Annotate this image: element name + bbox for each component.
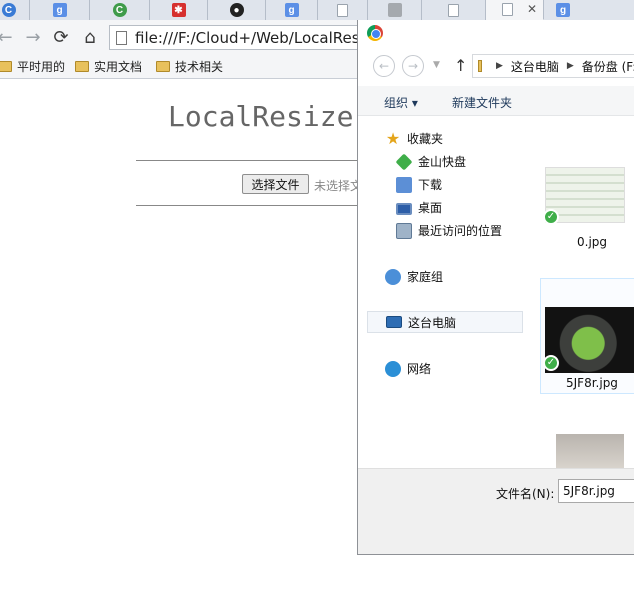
- breadcrumb-this-pc[interactable]: 这台电脑: [511, 58, 559, 75]
- file-item-0[interactable]: ✓ 0.jpg: [538, 146, 628, 258]
- recent-dropdown-icon[interactable]: ▼: [433, 60, 440, 70]
- back-arrow-icon[interactable]: ←: [0, 26, 16, 48]
- file-open-dialog: ← → ▼ ↑ ▶ 这台电脑 ▶ 备份盘 (F:) 组织 ▾ 新建文件夹 ★ 收…: [357, 20, 634, 555]
- up-arrow-icon[interactable]: ↑: [454, 56, 467, 75]
- computer-icon: [386, 316, 402, 328]
- folder-icon: [478, 60, 482, 72]
- file-name: 5JF8r.jpg: [566, 376, 618, 390]
- chrome-c-icon: C: [1, 3, 16, 17]
- forward-icon[interactable]: →: [402, 55, 424, 77]
- tab-4[interactable]: ✱: [150, 0, 208, 20]
- url-text: file:///F:/Cloud+/Web/LocalResize: [135, 28, 381, 47]
- desktop-icon: [396, 202, 412, 215]
- nav-favorites[interactable]: ★ 收藏夹: [385, 130, 443, 147]
- homegroup-icon: [385, 268, 401, 285]
- tab-7[interactable]: [318, 0, 368, 20]
- home-icon[interactable]: ⌂: [79, 26, 101, 48]
- nav-this-pc[interactable]: 这台电脑: [367, 311, 523, 333]
- chrome-icon: [367, 25, 383, 41]
- dialog-titlebar: [358, 20, 634, 46]
- dialog-address-bar[interactable]: ▶ 这台电脑 ▶ 备份盘 (F:): [472, 54, 634, 78]
- dialog-navigation: ← → ▼ ↑ ▶ 这台电脑 ▶ 备份盘 (F:): [358, 46, 634, 86]
- nav-label: 金山快盘: [418, 155, 467, 169]
- tab-2[interactable]: g: [30, 0, 90, 20]
- network-icon: [385, 360, 401, 377]
- divider-bottom: [136, 205, 366, 206]
- document-icon: [502, 3, 513, 16]
- asterisk-icon: ✱: [171, 3, 186, 17]
- github-icon: ●: [229, 3, 244, 17]
- screen: C g C ✱ ● g ✕ g ← → ⟳ ⌂ file:///F:/Cloud…: [0, 0, 634, 593]
- nav-network[interactable]: 网络: [385, 360, 431, 377]
- tab-1[interactable]: C: [0, 0, 30, 20]
- tab-strip: C g C ✱ ● g ✕ g: [0, 0, 634, 20]
- tab-5[interactable]: ●: [208, 0, 266, 20]
- tab-10-active[interactable]: ✕: [486, 0, 544, 20]
- google-icon: g: [556, 3, 570, 17]
- google-icon: g: [52, 3, 67, 17]
- bookmark-label: 实用文档: [94, 60, 143, 74]
- bookmark-label: 平时用的: [17, 60, 66, 74]
- document-icon: [337, 3, 348, 17]
- reload-icon[interactable]: ⟳: [50, 26, 72, 48]
- tab-6[interactable]: g: [266, 0, 318, 20]
- tab-11[interactable]: g: [544, 0, 634, 20]
- sync-check-icon: ✓: [543, 209, 559, 225]
- document-icon: [448, 3, 459, 17]
- file-pane: ✓ 0.jpg ✓ 5JF8r.jpg: [528, 116, 634, 468]
- nav-homegroup[interactable]: 家庭组: [385, 268, 443, 285]
- google-icon: g: [284, 3, 299, 17]
- thumbnail-image[interactable]: [556, 434, 624, 468]
- file-item-1[interactable]: ✓ 5JF8r.jpg: [540, 278, 634, 394]
- tab-9[interactable]: [422, 0, 486, 20]
- kingsoft-drive-icon: [395, 153, 413, 170]
- folder-icon: [0, 61, 12, 72]
- organize-button[interactable]: 组织 ▾: [384, 94, 418, 111]
- chevron-right-icon: ▶: [566, 61, 574, 71]
- bookmark-folder-2[interactable]: 实用文档: [75, 58, 142, 75]
- page-title: LocalResize: [168, 100, 354, 133]
- dialog-command-bar: 组织 ▾ 新建文件夹: [358, 86, 634, 116]
- nav-label: 桌面: [418, 201, 443, 215]
- nav-kingsoft[interactable]: 金山快盘: [395, 153, 467, 170]
- star-icon: ★: [385, 128, 401, 148]
- nav-label: 最近访问的位置: [418, 224, 503, 238]
- divider-top: [136, 160, 366, 161]
- chevron-right-icon: ▶: [495, 61, 503, 71]
- close-icon[interactable]: ✕: [527, 2, 537, 16]
- forward-arrow-icon[interactable]: →: [22, 26, 44, 48]
- tab-8[interactable]: [368, 0, 422, 20]
- filename-input[interactable]: 5JF8r.jpg: [558, 479, 634, 503]
- nav-label: 收藏夹: [407, 132, 444, 146]
- nav-label: 网络: [407, 362, 432, 376]
- new-folder-button[interactable]: 新建文件夹: [452, 94, 512, 111]
- back-icon[interactable]: ←: [373, 55, 395, 77]
- sync-check-icon: ✓: [543, 355, 559, 371]
- folder-icon: [75, 61, 89, 72]
- download-folder-icon: [396, 176, 412, 193]
- nav-label: 家庭组: [407, 270, 444, 284]
- chrome-green-icon: C: [112, 3, 127, 17]
- nav-desktop[interactable]: 桌面: [396, 199, 442, 216]
- nav-downloads[interactable]: 下载: [396, 176, 442, 193]
- choose-file-button[interactable]: 选择文件: [242, 174, 309, 194]
- dialog-bottom-bar: 文件名(N): 5JF8r.jpg: [358, 468, 634, 554]
- breadcrumb-backup-drive[interactable]: 备份盘 (F:): [582, 58, 634, 75]
- bookmark-folder-1[interactable]: 平时用的: [0, 58, 65, 75]
- page-icon: [116, 30, 127, 45]
- nav-label: 下载: [418, 178, 443, 192]
- file-name: 0.jpg: [577, 235, 608, 249]
- folder-icon: [156, 61, 170, 72]
- recent-places-icon: [396, 222, 412, 239]
- bookmark-folder-3[interactable]: 技术相关: [156, 58, 223, 75]
- navigation-pane: ★ 收藏夹 金山快盘 下载 桌面 最近访问的位置 家庭组 这台电脑 网络: [358, 116, 528, 468]
- nav-recent[interactable]: 最近访问的位置: [396, 222, 502, 239]
- filename-label: 文件名(N):: [496, 487, 555, 501]
- tab-3[interactable]: C: [90, 0, 150, 20]
- nav-label: 这台电脑: [408, 315, 457, 330]
- bookmark-label: 技术相关: [175, 60, 224, 74]
- gray-app-icon: [387, 3, 402, 17]
